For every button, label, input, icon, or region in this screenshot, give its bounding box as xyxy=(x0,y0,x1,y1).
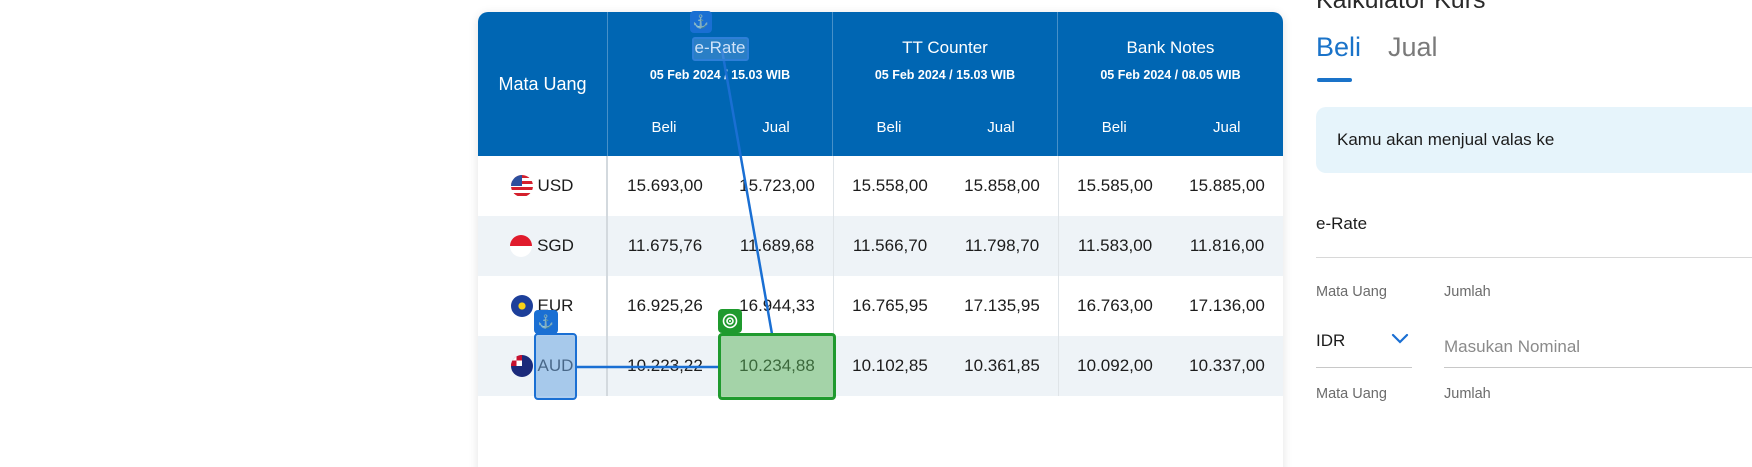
header-tt-jual: Jual xyxy=(987,119,1015,136)
header-group-bank-notes: Bank Notes 05 Feb 2024 / 08.05 WIB Beli … xyxy=(1058,12,1283,156)
header-group-erate: e-Rate 05 Feb 2024 / 15.03 WIB Beli Jual xyxy=(608,12,833,156)
bn-jual-cell: 17.136,00 xyxy=(1189,296,1265,315)
chevron-down-icon xyxy=(1391,332,1409,350)
table-header: Mata Uang e-Rate 05 Feb 2024 / 15.03 WIB… xyxy=(478,12,1283,156)
au-flag-icon xyxy=(510,355,533,377)
currency-cell: SGD xyxy=(478,216,608,276)
currency-code: SGD xyxy=(537,236,574,255)
from-amount-input[interactable] xyxy=(1444,322,1752,368)
tab-jual[interactable]: Jual xyxy=(1388,32,1438,63)
table-row xyxy=(478,396,1283,456)
tt-beli-cell: 16.765,95 xyxy=(852,296,928,315)
to-currency-label: Mata Uang xyxy=(1316,386,1387,402)
table-row: USD 15.693,00 15.723,00 15.558,00 15.858… xyxy=(478,156,1283,216)
info-banner: Kamu akan menjual valas ke xyxy=(1316,107,1752,173)
erate-jual-cell: 15.723,00 xyxy=(739,176,815,195)
erate-jual-cell: 16.944,33 xyxy=(739,296,815,315)
header-erate-title: e-Rate xyxy=(694,38,746,57)
tt-jual-cell: 11.798,70 xyxy=(964,236,1040,255)
tt-beli-cell: 11.566,70 xyxy=(852,236,928,255)
bn-jual-cell: 10.337,00 xyxy=(1189,356,1265,375)
header-bn-title: Bank Notes xyxy=(1126,38,1215,57)
tt-jual-cell: 15.858,00 xyxy=(964,176,1040,195)
eu-flag-icon xyxy=(510,295,533,317)
calculator-title: Kalkulator Kurs xyxy=(1316,0,1486,14)
tt-jual-cell: 17.135,95 xyxy=(964,296,1040,315)
erate-beli-cell: 15.693,00 xyxy=(627,176,703,195)
currency-calculator: Kalkulator Kurs Beli Jual Kamu akan menj… xyxy=(1316,0,1752,467)
header-bn-time: 05 Feb 2024 / 08.05 WIB xyxy=(1100,68,1241,82)
table-row: AUD 10.223,22 10.234,88 10.102,85 10.361… xyxy=(478,336,1283,396)
erate-beli-cell: 10.223,22 xyxy=(627,356,703,375)
header-tt-beli: Beli xyxy=(876,119,902,136)
header-tt-title: TT Counter xyxy=(902,38,988,57)
currency-cell: EUR xyxy=(478,276,608,336)
header-erate-beli: Beli xyxy=(651,119,677,136)
from-currency-value: IDR xyxy=(1316,331,1346,350)
erate-beli-cell: 11.675,76 xyxy=(627,236,703,255)
sg-flag-icon xyxy=(510,235,533,257)
header-currency: Mata Uang xyxy=(478,12,608,156)
bn-beli-cell: 15.585,00 xyxy=(1077,176,1153,195)
exchange-rate-table: Mata Uang e-Rate 05 Feb 2024 / 15.03 WIB… xyxy=(478,12,1283,467)
currency-code: USD xyxy=(537,176,574,195)
tab-beli[interactable]: Beli xyxy=(1316,32,1361,63)
erate-jual-cell: 11.689,68 xyxy=(739,236,815,255)
currency-code: AUD xyxy=(537,356,574,375)
us-flag-icon xyxy=(510,175,533,197)
bn-beli-cell: 16.763,00 xyxy=(1077,296,1153,315)
tt-beli-cell: 10.102,85 xyxy=(852,356,928,375)
erate-beli-cell: 16.925,26 xyxy=(627,296,703,315)
currency-cell: AUD xyxy=(478,336,608,396)
bn-beli-cell: 10.092,00 xyxy=(1077,356,1153,375)
header-tt-time: 05 Feb 2024 / 15.03 WIB xyxy=(874,68,1016,82)
active-tab-indicator xyxy=(1317,78,1352,82)
header-erate-jual: Jual xyxy=(762,119,790,136)
rate-type-selector[interactable]: e-Rate xyxy=(1316,214,1367,234)
tt-jual-cell: 10.361,85 xyxy=(964,356,1040,375)
currency-code: EUR xyxy=(537,296,574,315)
divider xyxy=(1316,257,1752,258)
table-row: SGD 11.675,76 11.689,68 11.566,70 11.798… xyxy=(478,216,1283,276)
header-bn-jual: Jual xyxy=(1212,119,1241,136)
tt-beli-cell: 15.558,00 xyxy=(852,176,928,195)
currency-cell: USD xyxy=(478,156,608,216)
page: Mata Uang e-Rate 05 Feb 2024 / 15.03 WIB… xyxy=(0,0,1752,467)
to-amount-label: Jumlah xyxy=(1444,386,1491,402)
header-group-tt-counter: TT Counter 05 Feb 2024 / 15.03 WIB Beli … xyxy=(833,12,1058,156)
header-erate-time: 05 Feb 2024 / 15.03 WIB xyxy=(649,68,791,82)
table-row: EUR 16.925,26 16.944,33 16.765,95 17.135… xyxy=(478,276,1283,336)
from-currency-label: Mata Uang xyxy=(1316,284,1387,300)
bn-jual-cell: 15.885,00 xyxy=(1189,176,1265,195)
header-bn-beli: Beli xyxy=(1101,119,1127,136)
from-currency-select[interactable]: IDR xyxy=(1316,322,1412,368)
bn-beli-cell: 11.583,00 xyxy=(1077,236,1153,255)
from-amount-label: Jumlah xyxy=(1444,284,1491,300)
bn-jual-cell: 11.816,00 xyxy=(1189,236,1265,255)
table-body: USD 15.693,00 15.723,00 15.558,00 15.858… xyxy=(478,156,1283,456)
erate-jual-cell: 10.234,88 xyxy=(739,356,815,375)
